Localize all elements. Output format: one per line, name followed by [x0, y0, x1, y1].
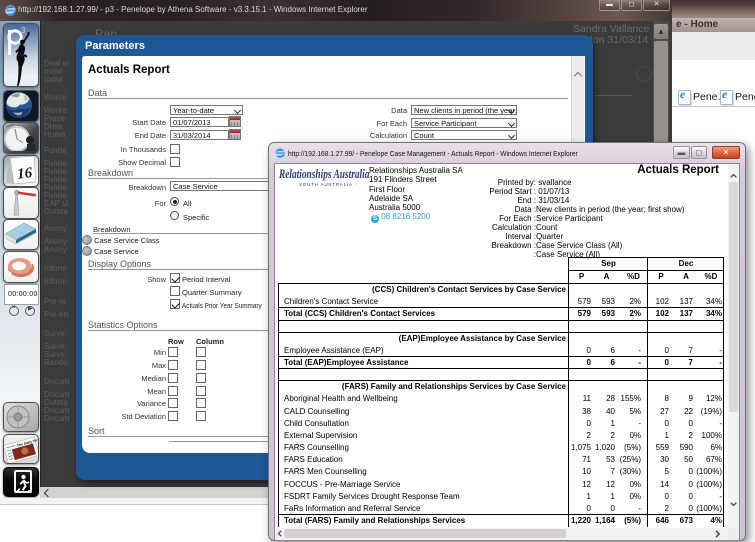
svg-text:16: 16 [16, 165, 33, 183]
svg-text:3: 3 [21, 26, 26, 35]
